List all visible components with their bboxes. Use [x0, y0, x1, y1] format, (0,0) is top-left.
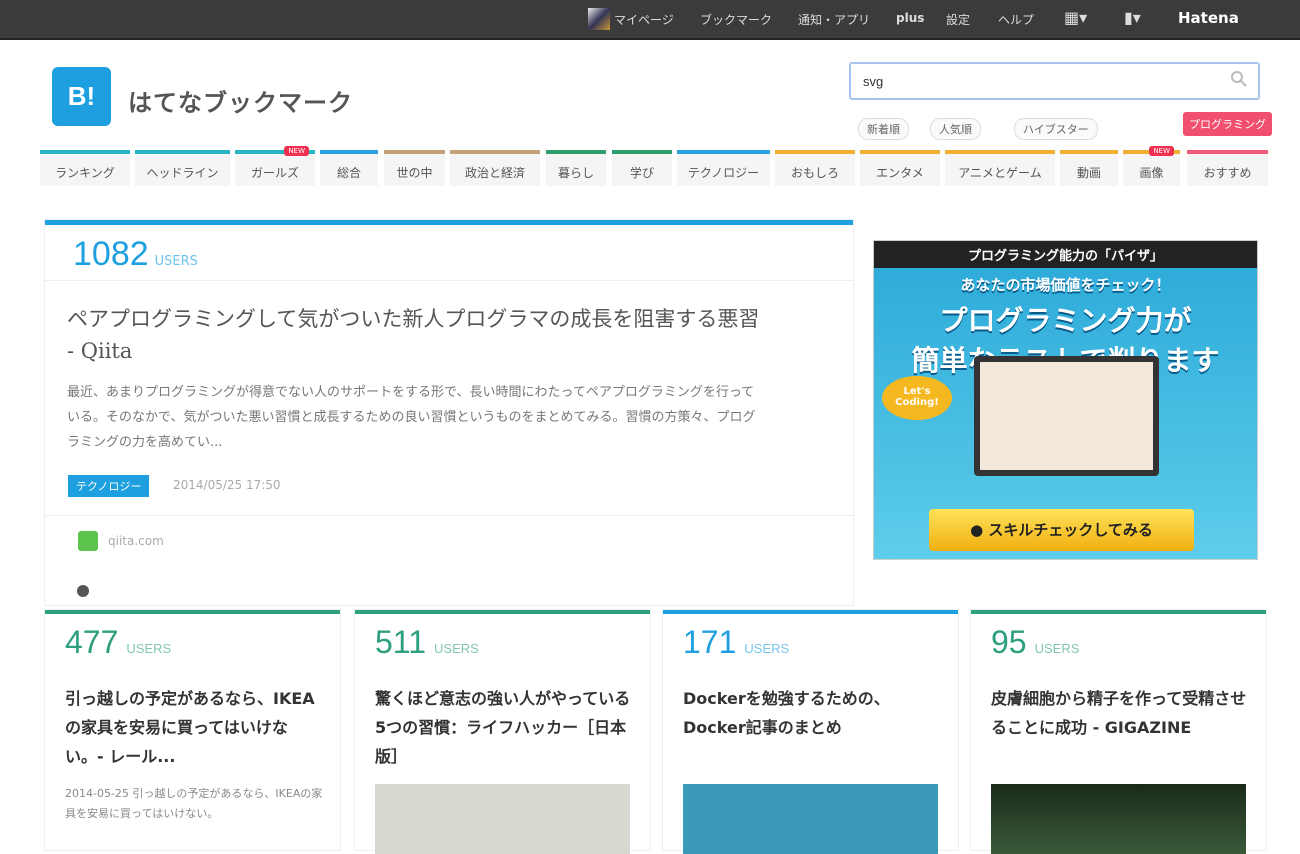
bookmark-count[interactable]: 1082: [73, 235, 149, 273]
nav-item[interactable]: ガールズ NEW: [235, 146, 315, 186]
user-icon[interactable]: [77, 585, 89, 597]
nav-item-label: 世の中: [396, 166, 433, 180]
entry-snippet: 2014-05-25 引っ越しの予定があるなら、IKEAの家具を安易に買ってはい…: [65, 787, 323, 820]
topbar-help[interactable]: ヘルプ: [998, 11, 1034, 28]
advertisement[interactable]: プログラミング能力の「パイザ」 あなたの市場価値をチェック！ プログラミング力が…: [873, 240, 1258, 560]
ad-button[interactable]: ● スキルチェックしてみる: [929, 509, 1194, 551]
ad-sub: あなたの市場価値をチェック！: [960, 276, 1171, 294]
entry-card: 171 USERS Dockerを勉強するための、Docker記事のまとめ: [663, 610, 958, 854]
nav-item[interactable]: おすすめ: [1187, 150, 1268, 186]
topbar-settings[interactable]: 設定: [946, 11, 970, 28]
nav-item-label: 学び: [629, 166, 654, 180]
nav-item-label: テクノロジー: [687, 166, 760, 180]
entry-date: 2014/05/25 17:50: [173, 478, 281, 492]
entry-title[interactable]: 皮膚細胞から精子を作って受精させることに成功 - GIGAZINE: [991, 684, 1251, 742]
grid-menu-icon[interactable]: ▦▾: [1064, 8, 1087, 27]
nav-item[interactable]: テクノロジー: [677, 150, 770, 186]
hatena-brand[interactable]: Hatena: [1178, 9, 1239, 27]
logo[interactable]: B!: [52, 67, 111, 126]
nav-item-label: おすすめ: [1203, 166, 1252, 180]
nav-item-label: エンタメ: [876, 166, 924, 180]
users-label: USERS: [126, 641, 172, 656]
featured-entry: 1082 USERS ペアプログラミングして気がついた新人プログラマの成長を阻害す…: [45, 220, 853, 605]
ad-button-label: スキルチェックしてみる: [988, 521, 1153, 539]
ad-bubble: Let's Coding!: [882, 376, 952, 420]
topbar-plus[interactable]: plus: [896, 11, 924, 25]
entry-title[interactable]: Dockerを勉強するための、Docker記事のまとめ: [683, 684, 943, 742]
nav-item-label: 暮らし: [557, 166, 594, 180]
entry-thumbnail[interactable]: [375, 784, 630, 854]
ad-top: プログラミング能力の「パイザ」: [874, 241, 1257, 268]
nav-item-label: おもしろ: [790, 166, 839, 180]
category-tag[interactable]: テクノロジー: [68, 475, 150, 497]
ad-monitor-image: [974, 356, 1159, 476]
nav-item-label: 動画: [1076, 166, 1101, 180]
search-option[interactable]: 人気順: [930, 118, 981, 140]
avatar[interactable]: [588, 8, 610, 30]
users-label: USERS: [154, 254, 198, 269]
entry-card: 95 USERS 皮膚細胞から精子を作って受精させることに成功 - GIGAZIN…: [971, 610, 1266, 854]
nav-item[interactable]: アニメとゲーム: [945, 150, 1055, 186]
nav-item-label: 画像: [1139, 166, 1164, 180]
bookmark-count[interactable]: 511: [375, 624, 426, 660]
nav-item[interactable]: 画像 NEW: [1123, 146, 1180, 186]
search-option[interactable]: ハイブスター: [1014, 118, 1098, 140]
new-badge: NEW: [1149, 146, 1174, 156]
nav-item-label: 政治と経済: [464, 166, 525, 180]
nav-item[interactable]: おもしろ: [775, 150, 855, 186]
nav-item-label: 総合: [336, 166, 361, 180]
nav-item[interactable]: 学び: [612, 150, 672, 186]
topbar-notify[interactable]: 通知・アプリ: [798, 11, 870, 28]
nav-item-label: ヘッドライン: [146, 166, 219, 180]
search-input[interactable]: [849, 62, 1260, 100]
nav-item-label: ランキング: [55, 166, 115, 180]
nav-item[interactable]: 暮らし: [546, 150, 606, 186]
nav-item[interactable]: 総合: [320, 150, 378, 186]
users-label: USERS: [1034, 641, 1080, 656]
bookmark-count[interactable]: 477: [65, 624, 118, 660]
entry-title[interactable]: ペアプログラミングして気がついた新人プログラマの成長を阻害する悪習 - Qiit…: [67, 303, 767, 367]
entry-title[interactable]: 引っ越しの予定があるなら、IKEAの家具を安易に買ってはいけない。- レール..…: [65, 684, 325, 771]
entry-card: 511 USERS 驚くほど意志の強い人がやっている5つの習慣：ライフハッカー［日…: [355, 610, 650, 854]
users-label: USERS: [434, 641, 479, 656]
entry-thumbnail[interactable]: [683, 784, 938, 854]
ad-headline-1: プログラミング力が: [939, 304, 1192, 337]
bookmark-count[interactable]: 171: [683, 624, 736, 660]
search-option[interactable]: 新着順: [858, 118, 909, 140]
promo-badge[interactable]: プログラミング: [1183, 112, 1272, 136]
bookmark-count[interactable]: 95: [991, 624, 1027, 660]
new-badge: NEW: [284, 146, 309, 156]
entry-domain[interactable]: qiita.com: [108, 534, 164, 548]
nav-item[interactable]: エンタメ: [860, 150, 940, 186]
top-bar: マイページ ブックマーク 通知・アプリ plus 設定 ヘルプ ▦▾ ▮▾ Ha…: [0, 0, 1300, 40]
nav-item-label: アニメとゲーム: [958, 166, 1042, 180]
nav-item[interactable]: 動画: [1060, 150, 1118, 186]
site-title[interactable]: はてなブックマーク: [128, 83, 353, 118]
entry-card: 477 USERS 引っ越しの予定があるなら、IKEAの家具を安易に買ってはいけな…: [45, 610, 340, 850]
nav-item[interactable]: 世の中: [384, 150, 445, 186]
search-icon[interactable]: [1230, 70, 1248, 88]
nav-item[interactable]: ヘッドライン: [135, 150, 230, 186]
entry-thumbnail[interactable]: [991, 784, 1246, 854]
nav-item[interactable]: 政治と経済: [450, 150, 540, 186]
nav-item[interactable]: ランキング: [40, 150, 130, 186]
comment-menu-icon[interactable]: ▮▾: [1124, 8, 1141, 27]
users-label: USERS: [744, 641, 790, 656]
favicon-icon: [78, 531, 98, 551]
entry-title[interactable]: 驚くほど意志の強い人がやっている5つの習慣：ライフハッカー［日本版］: [375, 684, 635, 771]
topbar-mypage[interactable]: マイページ: [614, 11, 674, 28]
topbar-bookmark[interactable]: ブックマーク: [700, 11, 772, 28]
entry-excerpt: 最近、あまりプログラミングが得意でない人のサポートをする形で、長い時間にわたって…: [67, 385, 756, 450]
nav-item-label: ガールズ: [250, 166, 299, 180]
